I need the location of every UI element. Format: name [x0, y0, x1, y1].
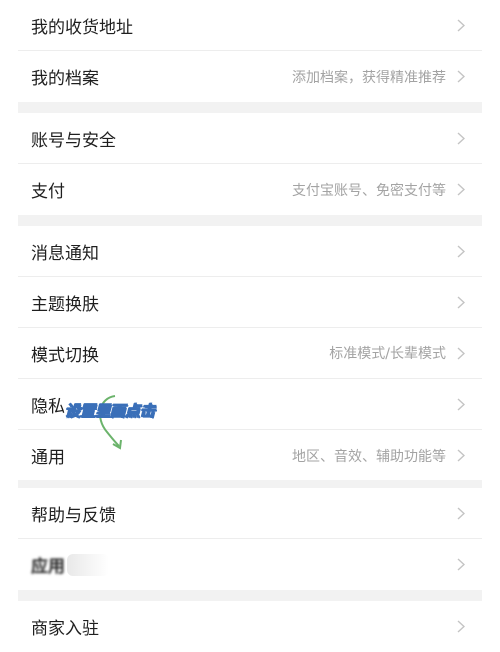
watermark-text: 设置里面点击: [64, 402, 156, 421]
settings-item-hint: 添加档案，获得精准推荐: [292, 69, 446, 86]
chevron-right-icon: [454, 183, 468, 197]
settings-item-theme[interactable]: 主题换肤: [18, 277, 482, 328]
chevron-right-icon: [454, 295, 468, 309]
settings-item-hint: 支付宝账号、免密支付等: [292, 182, 446, 199]
chevron-right-icon: [454, 620, 468, 634]
settings-item-label: 主题换肤: [31, 294, 99, 315]
chevron-right-icon: [454, 244, 468, 258]
chevron-right-icon: [454, 397, 468, 411]
settings-item-account-security[interactable]: 账号与安全: [18, 113, 482, 164]
settings-item-label: 通用: [31, 448, 65, 468]
chevron-right-icon: [454, 449, 468, 463]
chevron-right-icon: [454, 506, 468, 520]
annotation-watermark: 设置里面点击: [64, 392, 175, 462]
chevron-right-icon: [454, 18, 468, 32]
settings-item-hint: 地区、音效、辅助功能等: [292, 448, 446, 465]
settings-item-shipping-address[interactable]: 我的收货地址: [18, 0, 482, 51]
settings-item-label: 支付: [31, 182, 65, 202]
group-separator: [18, 102, 482, 113]
settings-item-payment[interactable]: 支付 支付宝账号、免密支付等: [18, 164, 482, 215]
settings-item-label: 模式切换: [31, 345, 99, 366]
settings-item-label: 应用: [31, 557, 65, 577]
obscured-text-smudge: [67, 553, 109, 576]
settings-item-apps[interactable]: 应用: [18, 539, 482, 590]
chevron-right-icon: [454, 131, 468, 145]
settings-group-4: 帮助与反馈 应用: [18, 488, 482, 590]
settings-item-label: 商家入驻: [31, 619, 99, 639]
settings-item-notifications[interactable]: 消息通知: [18, 226, 482, 277]
settings-page: 我的收货地址 我的档案 添加档案，获得精准推荐 账号与安全 支付 支付宝账号、免…: [0, 0, 500, 652]
group-separator: [18, 590, 482, 601]
settings-item-my-profile[interactable]: 我的档案 添加档案，获得精准推荐: [18, 51, 482, 102]
settings-group-5: 商家入驻: [18, 601, 482, 652]
settings-item-label: 我的收货地址: [31, 17, 133, 38]
settings-item-help-feedback[interactable]: 帮助与反馈: [18, 488, 482, 539]
settings-item-label: 消息通知: [31, 243, 99, 264]
chevron-right-icon: [454, 558, 468, 572]
settings-item-label: 我的档案: [31, 69, 99, 89]
settings-group-2: 账号与安全 支付 支付宝账号、免密支付等: [18, 113, 482, 215]
chevron-right-icon: [454, 70, 468, 84]
settings-item-mode-switch[interactable]: 模式切换 标准模式/长辈模式: [18, 328, 482, 379]
settings-item-label: 账号与安全: [31, 130, 116, 151]
settings-item-merchant-join[interactable]: 商家入驻: [18, 601, 482, 652]
chevron-right-icon: [454, 346, 468, 360]
settings-group-1: 我的收货地址 我的档案 添加档案，获得精准推荐: [18, 0, 482, 102]
group-separator: [18, 215, 482, 226]
settings-item-label: 隐私: [31, 396, 65, 417]
group-separator: [18, 480, 482, 488]
settings-item-hint: 标准模式/长辈模式: [329, 346, 446, 362]
settings-item-label: 帮助与反馈: [31, 505, 116, 526]
